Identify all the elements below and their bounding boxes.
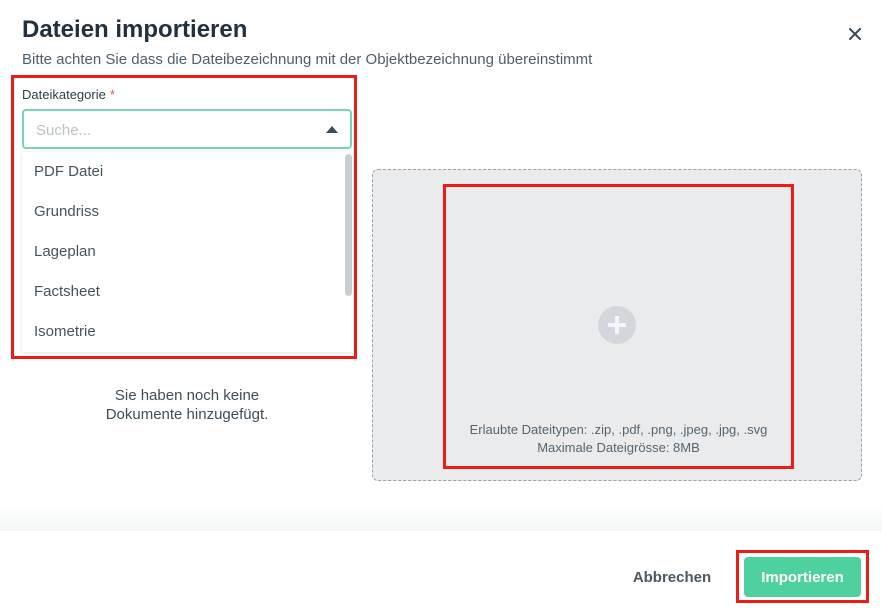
cancel-button[interactable]: Abbrechen (620, 563, 724, 591)
category-label: Dateikategorie * (22, 87, 115, 102)
allowed-file-types: Erlaubte Dateitypen: .zip, .pdf, .png, .… (469, 422, 768, 437)
category-label-text: Dateikategorie (22, 87, 106, 102)
close-button[interactable] (843, 22, 867, 46)
category-option-grundriss[interactable]: Grundriss (22, 192, 354, 232)
required-mark: * (109, 87, 115, 102)
max-file-size: Maximale Dateigrösse: 8MB (537, 440, 700, 455)
empty-message-line1: Sie haben noch keine (114, 387, 260, 404)
plus-circle-icon[interactable] (598, 306, 636, 344)
dialog-subtitle: Bitte achten Sie dass die Dateibezeichnu… (22, 51, 593, 68)
category-search-input[interactable] (34, 119, 318, 141)
import-button[interactable]: Importieren (744, 557, 861, 597)
category-options-list[interactable]: PDF Datei Grundriss Lageplan Factsheet I… (22, 152, 354, 352)
dialog-title: Dateien importieren (22, 16, 248, 43)
category-option-isometrie[interactable]: Isometrie (22, 312, 354, 352)
category-option-pdf-datei[interactable]: PDF Datei (22, 152, 354, 192)
caret-up-icon[interactable] (326, 126, 338, 133)
options-scrollbar-thumb[interactable] (345, 154, 352, 296)
empty-message-line2: Dokumente hinzugefügt. (105, 406, 269, 423)
footer-divider (0, 505, 882, 531)
dropzone-info: Erlaubte Dateitypen: .zip, .pdf, .png, .… (446, 421, 791, 457)
options-scrollbar[interactable] (345, 154, 352, 350)
category-option-lageplan[interactable]: Lageplan (22, 232, 354, 272)
category-select[interactable] (22, 109, 352, 149)
close-icon (849, 28, 861, 40)
category-option-factsheet[interactable]: Factsheet (22, 272, 354, 312)
empty-documents-message: Sie haben noch keine Dokumente hinzugefü… (72, 386, 302, 424)
